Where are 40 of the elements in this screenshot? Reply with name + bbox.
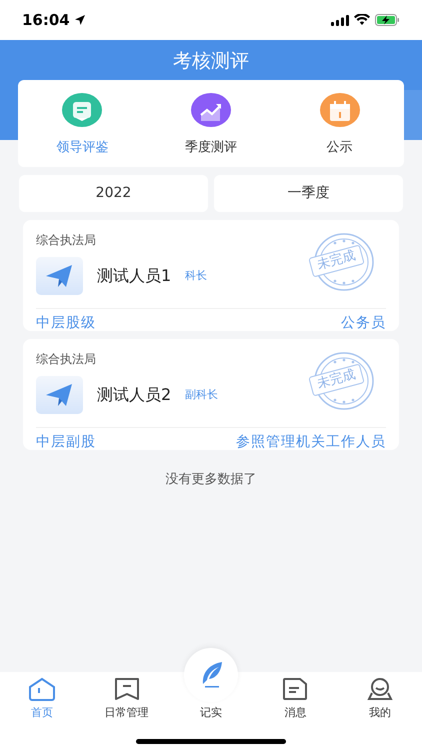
filter-selector[interactable]: 一季度 [214, 175, 403, 212]
category-label: 参照管理机关工作人员 [236, 433, 386, 452]
department-label: 综合执法局 [36, 352, 96, 366]
record-card[interactable]: 综合执法局 测试人员1 科长 未完成 中层股级 公务员 [23, 220, 399, 331]
status-stamp: 未完成 [308, 244, 365, 278]
document-icon [281, 677, 310, 701]
house-icon [28, 677, 56, 701]
level-label: 中层股级 [36, 314, 96, 333]
bookmark-icon [112, 677, 141, 701]
department-label: 综合执法局 [36, 233, 96, 247]
tab-item[interactable]: 消息 [253, 677, 338, 722]
paper-plane-icon [36, 376, 83, 414]
tab-item[interactable]: 记实 [168, 648, 254, 722]
level-label: 中层副股 [36, 433, 96, 452]
shortcut-label[interactable]: 公示 [326, 138, 353, 158]
position-label: 科长 [185, 268, 208, 284]
stamp-icon [313, 232, 375, 292]
position-label: 副科长 [185, 386, 218, 403]
shortcut-icon[interactable] [190, 92, 232, 128]
shortcut-label[interactable]: 季度测评 [185, 138, 237, 158]
shortcut-icon[interactable] [61, 92, 104, 128]
wifi-icon [354, 14, 370, 26]
person-name: 测试人员2 [97, 384, 172, 406]
person-icon [366, 677, 394, 701]
location-arrow-icon [74, 14, 86, 26]
record-card[interactable]: 综合执法局 测试人员2 副科长 未完成 中层副股 参照管理机关工作人员 [23, 339, 399, 450]
page-title: 考核测评 [173, 50, 249, 72]
filter-selector[interactable]: 2022 [19, 175, 208, 212]
shortcut-icon[interactable] [318, 92, 361, 128]
tab-item[interactable]: 日常管理 [84, 677, 169, 722]
stamp-icon [313, 351, 375, 411]
end-of-list-note: 没有更多数据了 [166, 472, 256, 487]
paper-plane-icon [36, 257, 83, 295]
battery-charging-icon [375, 14, 400, 26]
status-stamp: 未完成 [308, 363, 365, 397]
clock: 16:04 [22, 10, 70, 31]
tab-item[interactable]: 我的 [338, 677, 422, 722]
person-name: 测试人员1 [97, 265, 172, 287]
signal-icon [331, 14, 349, 26]
category-label: 公务员 [341, 314, 386, 333]
